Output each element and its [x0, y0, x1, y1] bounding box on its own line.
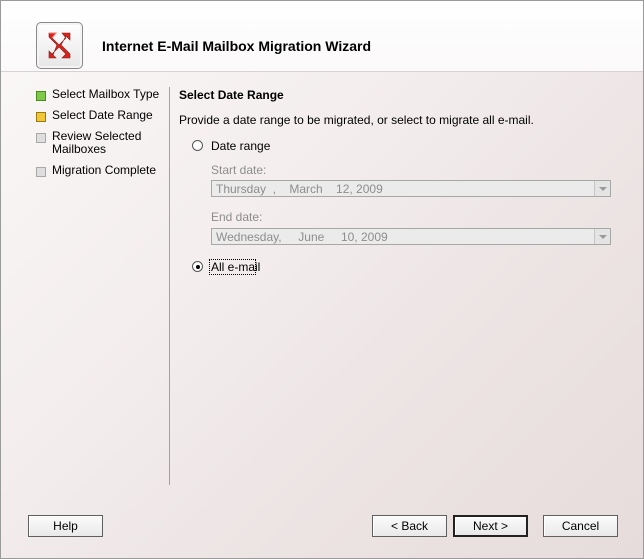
wizard-header: Internet E-Mail Mailbox Migration Wizard [1, 1, 643, 71]
step-label: Migration Complete [52, 163, 157, 177]
start-date-label: Start date: [211, 163, 267, 177]
steps-divider [169, 87, 170, 485]
cancel-button[interactable]: Cancel [543, 515, 618, 537]
chevron-down-icon[interactable] [594, 181, 610, 196]
chevron-down-icon[interactable] [594, 229, 610, 244]
date-range-label[interactable]: Date range [211, 139, 270, 153]
end-date-label: End date: [211, 210, 263, 224]
all-email-label[interactable]: All e-mail [211, 260, 260, 274]
step-label: Select Mailbox Type [52, 87, 160, 101]
end-date-picker[interactable]: Wednesday, June 10, 2009 [211, 228, 611, 245]
next-button[interactable]: Next > [453, 515, 528, 537]
start-date-picker[interactable]: Thursday , March 12, 2009 [211, 180, 611, 197]
step-pending-indicator [36, 167, 46, 177]
step-label: Select Date Range [52, 108, 153, 122]
date-range-radio[interactable] [192, 140, 203, 151]
section-title: Select Date Range [179, 88, 284, 102]
wizard-title: Internet E-Mail Mailbox Migration Wizard [102, 38, 372, 54]
step-label-line2: Mailboxes [52, 142, 107, 156]
step-pending-indicator [36, 133, 46, 143]
section-description: Provide a date range to be migrated, or … [179, 113, 534, 127]
header-divider [1, 71, 643, 72]
help-button[interactable]: Help [28, 515, 103, 537]
back-button[interactable]: < Back [372, 515, 447, 537]
radio-selected-dot [195, 264, 200, 269]
step-current-indicator [36, 112, 46, 122]
all-email-radio[interactable] [192, 261, 203, 272]
step-done-indicator [36, 91, 46, 101]
exchange-logo-icon [36, 22, 83, 69]
start-date-value: Thursday , March 12, 2009 [216, 182, 383, 196]
end-date-value: Wednesday, June 10, 2009 [216, 230, 388, 244]
wizard-window: Internet E-Mail Mailbox Migration Wizard… [0, 0, 644, 559]
